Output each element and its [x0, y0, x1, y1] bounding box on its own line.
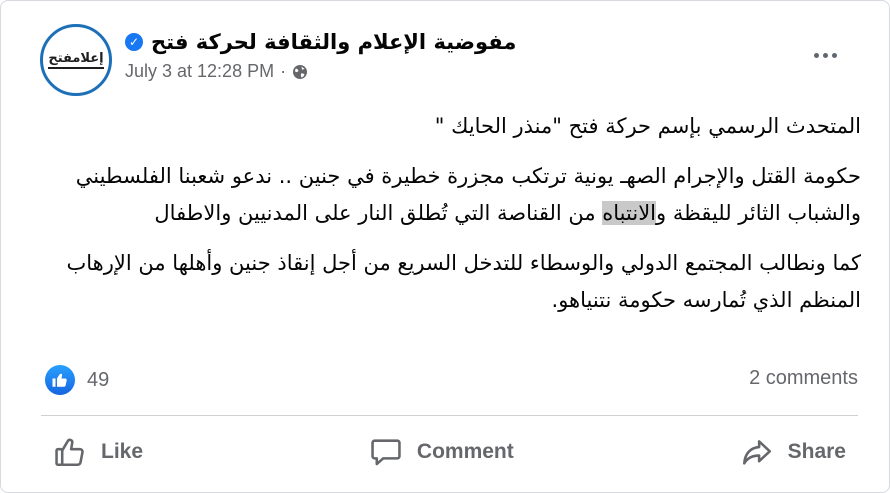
share-button[interactable]: Share	[728, 427, 858, 477]
thumbs-up-icon	[53, 435, 87, 469]
like-button-label: Like	[101, 440, 144, 463]
post-paragraph-3: كما ونطالب المجتمع الدولي والوسطاء للتدخ…	[66, 251, 861, 312]
more-dot-icon	[813, 52, 819, 58]
page-avatar[interactable]: إعلامفتح	[40, 24, 112, 96]
highlighted-word: الانتباه	[602, 201, 657, 225]
reaction-count: 49	[87, 368, 110, 391]
like-button[interactable]: Like	[41, 427, 155, 477]
share-button-label: Share	[787, 440, 846, 463]
comment-button[interactable]: Comment	[357, 427, 526, 477]
globe-icon	[292, 64, 308, 80]
comment-button-label: Comment	[416, 440, 514, 463]
post-header: ✓ مفوضية الإعلام والثقافة لحركة فتح July…	[125, 27, 516, 82]
share-arrow-icon	[740, 435, 774, 469]
reactions-summary[interactable]: 49	[45, 365, 109, 395]
more-dot-icon	[831, 52, 837, 58]
more-options-button[interactable]	[805, 43, 845, 67]
like-icon	[45, 365, 75, 395]
comments-count-link[interactable]: 2 comments	[749, 367, 858, 390]
post-timestamp[interactable]: July 3 at 12:28 PM	[125, 61, 274, 82]
verified-badge-icon: ✓	[125, 33, 143, 51]
name-row: ✓ مفوضية الإعلام والثقافة لحركة فتح	[125, 27, 516, 57]
post-paragraph-2-end: من القناصة التي تُطلق النار على المدنيين…	[154, 201, 603, 225]
more-dot-icon	[822, 52, 828, 58]
avatar-logo-text: إعلامفتح	[48, 51, 104, 69]
speech-bubble-icon	[369, 435, 403, 469]
page-name-link[interactable]: مفوضية الإعلام والثقافة لحركة فتح	[151, 30, 516, 54]
post-card: إعلامفتح ✓ مفوضية الإعلام والثقافة لحركة…	[0, 0, 890, 493]
post-paragraph-2: حكومة القتل والإجرام الصهـ يونية ترتكب م…	[41, 158, 861, 232]
meta-separator: ·	[280, 61, 287, 81]
actions-divider	[41, 415, 858, 416]
post-actions-bar: Like Comment Share	[41, 425, 858, 479]
post-text: المتحدث الرسمي بإسم حركة فتح "منذر الحاي…	[41, 108, 861, 319]
post-paragraph-1: المتحدث الرسمي بإسم حركة فتح "منذر الحاي…	[434, 114, 861, 138]
post-meta: July 3 at 12:28 PM ·	[125, 61, 516, 82]
